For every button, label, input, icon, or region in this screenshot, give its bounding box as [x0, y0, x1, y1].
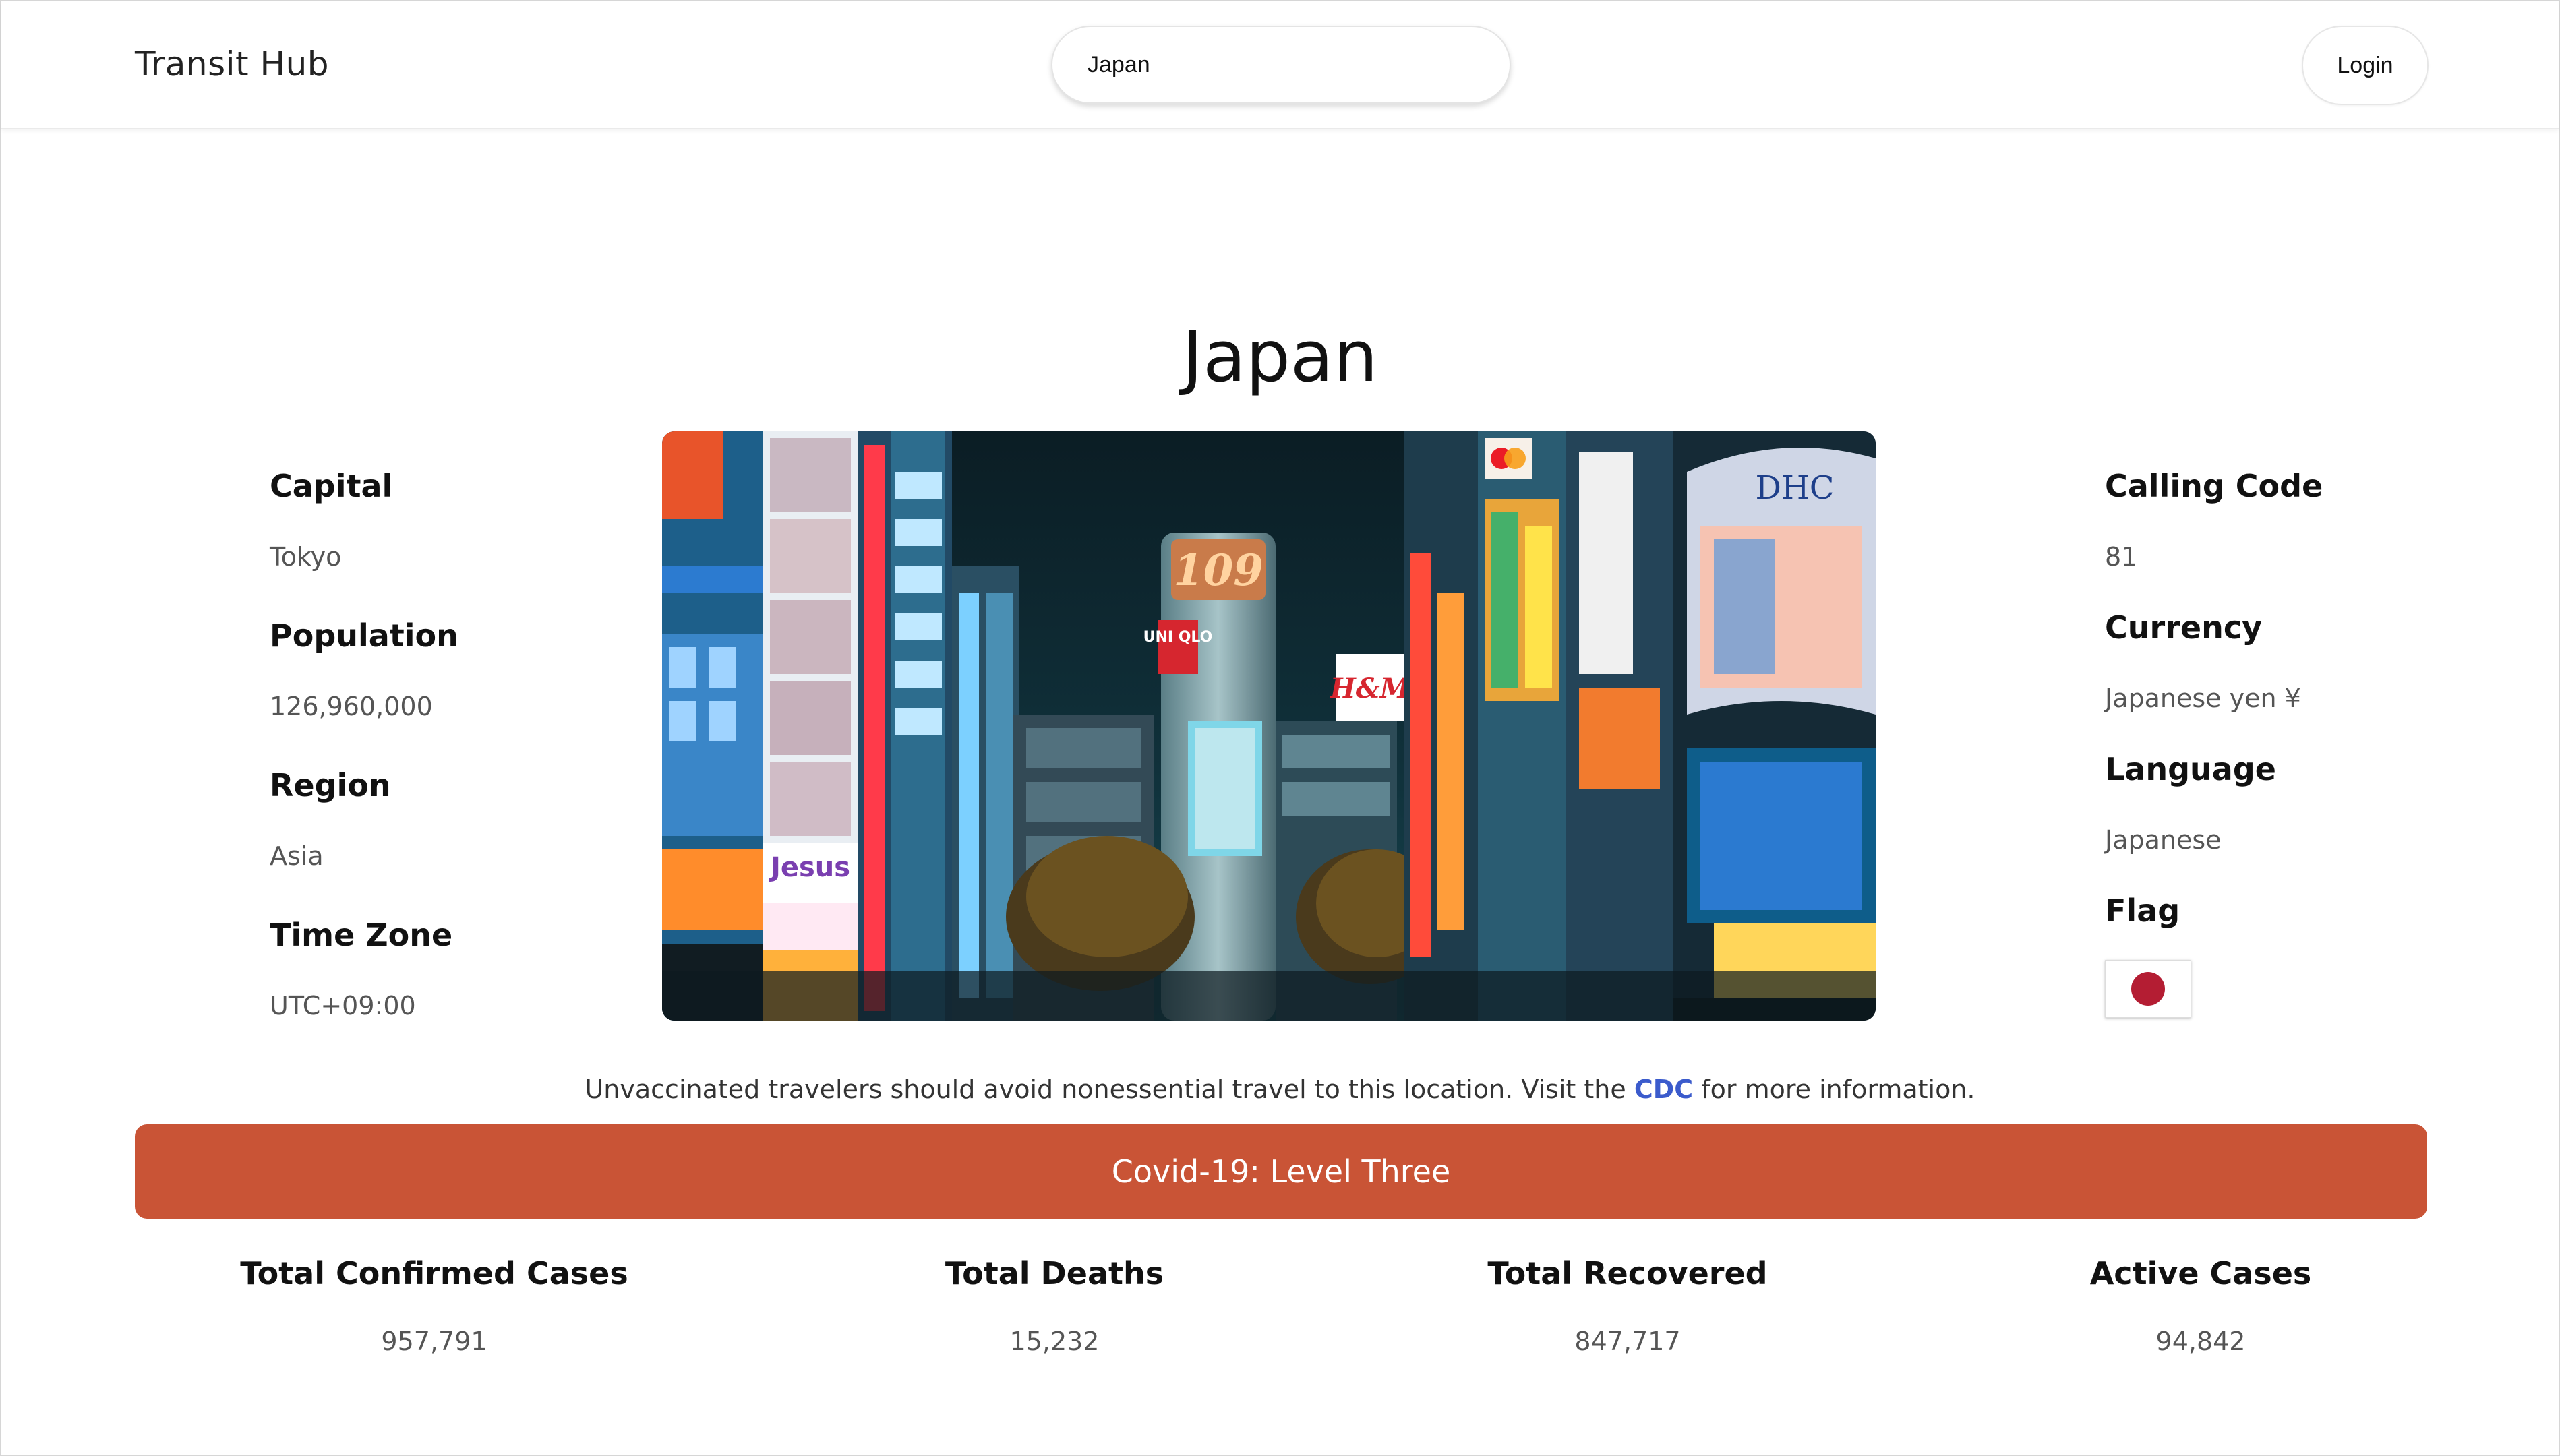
currency-value: Japanese yen ¥ [2105, 684, 2301, 713]
travel-advisory: Unvaccinated travelers should avoid none… [0, 1074, 2560, 1104]
calling-code-label: Calling Code [2105, 468, 2323, 504]
sign-109-text: 109 [1173, 545, 1263, 596]
page-title: Japan [1182, 315, 1378, 398]
timezone-label: Time Zone [270, 917, 453, 953]
stat-deaths-value: 15,232 [1009, 1327, 1100, 1356]
dhc-sign-text: DHC [1755, 469, 1834, 507]
brand-logo[interactable]: Transit Hub [135, 44, 329, 84]
stat-recovered: Total Recovered 847,717 [1392, 1255, 1864, 1356]
language-label: Language [2105, 751, 2276, 787]
stat-active-value: 94,842 [2155, 1327, 2246, 1356]
japan-flag-icon [2105, 960, 2191, 1018]
jesus-sign-text: Jesus [769, 852, 850, 883]
flag-label: Flag [2105, 892, 2180, 929]
country-hero-image: Jesus 109 UNI QLO H&M DHC [662, 431, 1876, 1021]
timezone-value: UTC+09:00 [270, 991, 416, 1021]
capital-label: Capital [270, 468, 393, 504]
covid-level-banner: Covid-19: Level Three [135, 1124, 2427, 1219]
currency-label: Currency [2105, 609, 2263, 646]
uniqlo-sign-text: UNI QLO [1143, 629, 1213, 646]
login-button[interactable]: Login [2302, 26, 2429, 105]
stat-active: Active Cases 94,842 [1965, 1255, 2437, 1356]
capital-value: Tokyo [270, 542, 342, 572]
region-label: Region [270, 767, 391, 803]
search-input[interactable] [1051, 26, 1511, 104]
population-value: 126,960,000 [270, 692, 433, 721]
city-night-illustration: Jesus 109 UNI QLO H&M DHC [662, 431, 1876, 1021]
flag-red-circle [2131, 972, 2165, 1006]
population-label: Population [270, 617, 458, 654]
hm-sign-text: H&M [1330, 673, 1411, 704]
stat-recovered-value: 847,717 [1574, 1327, 1681, 1356]
stat-deaths: Total Deaths 15,232 [818, 1255, 1290, 1356]
advisory-text-after: for more information. [1693, 1074, 1975, 1104]
calling-code-value: 81 [2105, 542, 2138, 572]
stat-recovered-label: Total Recovered [1487, 1255, 1768, 1292]
stat-confirmed-value: 957,791 [381, 1327, 487, 1356]
region-value: Asia [270, 841, 324, 871]
language-value: Japanese [2105, 825, 2222, 855]
cdc-link[interactable]: CDC [1634, 1074, 1693, 1104]
top-navbar: Transit Hub Login [1, 1, 2559, 129]
stat-confirmed: Total Confirmed Cases 957,791 [198, 1255, 670, 1356]
stat-confirmed-label: Total Confirmed Cases [240, 1255, 628, 1292]
covid-level-text: Covid-19: Level Three [1111, 1153, 1451, 1190]
advisory-text-before: Unvaccinated travelers should avoid none… [585, 1074, 1634, 1104]
stat-deaths-label: Total Deaths [945, 1255, 1164, 1292]
stat-active-label: Active Cases [2089, 1255, 2312, 1292]
